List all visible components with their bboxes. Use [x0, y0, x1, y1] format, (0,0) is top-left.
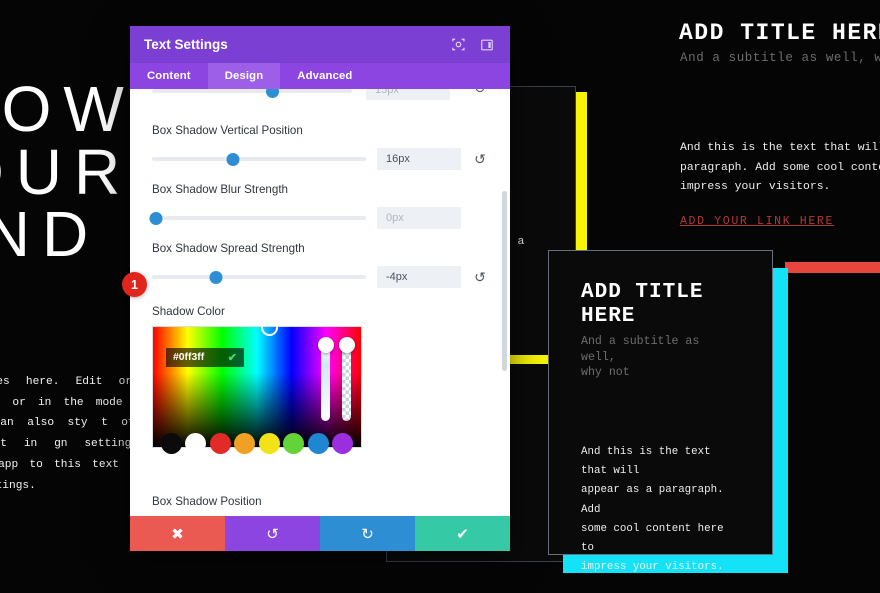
modal-footer: ✖ ↺ ↻ ✔ — [130, 516, 510, 551]
color-swatch[interactable] — [307, 433, 329, 454]
color-swatch[interactable] — [160, 433, 182, 454]
front-card-subtitle: And a subtitle as well, why not — [581, 335, 700, 380]
field-box-shadow-position: Box Shadow Position Outer Shadow ▲▼ — [152, 495, 488, 516]
slider-track[interactable] — [152, 89, 352, 93]
front-card: ADD TITLE HERE And a subtitle as well, w… — [548, 250, 773, 573]
clipped-value-field[interactable]: 15px — [366, 89, 450, 100]
field-label: Box Shadow Vertical Position — [152, 124, 303, 137]
right-card-title: ADD TITLE HERE — [679, 20, 880, 46]
color-swatch[interactable] — [234, 433, 256, 454]
undo-button[interactable]: ↺ — [225, 516, 320, 551]
slider-track — [152, 216, 366, 220]
color-swatch[interactable] — [332, 433, 354, 454]
confirm-color-icon[interactable]: ✔ — [228, 351, 237, 364]
color-swatches — [153, 433, 361, 454]
responsive-preview-icon[interactable] — [449, 35, 468, 54]
modal-tabs: Content Design Advanced — [130, 63, 510, 89]
right-card-paragraph: And this is the text that will appear a … — [680, 142, 880, 194]
spread-strength-value[interactable]: -4px — [377, 266, 461, 288]
tab-content[interactable]: Content — [130, 63, 208, 89]
text-settings-modal: Text Settings Content Design Advanced 15… — [130, 26, 510, 551]
slider-track — [152, 157, 366, 161]
tab-advanced[interactable]: Advanced — [280, 63, 369, 89]
panel-layout-icon[interactable] — [477, 35, 496, 54]
tab-design[interactable]: Design — [207, 63, 281, 89]
save-button[interactable]: ✔ — [415, 516, 510, 551]
field-label: Box Shadow Spread Strength — [152, 242, 305, 255]
field-box-shadow-vertical-position: Box Shadow Vertical Position 16px ↺ — [152, 124, 488, 170]
redo-button[interactable]: ↻ — [320, 516, 415, 551]
field-label: Box Shadow Position — [152, 495, 262, 508]
vertical-position-slider[interactable] — [152, 152, 366, 166]
hex-value-chip[interactable]: #0ff3ff ✔ — [166, 348, 244, 367]
color-swatch[interactable] — [209, 433, 231, 454]
color-swatch[interactable] — [185, 433, 207, 454]
hex-value: #0ff3ff — [173, 352, 205, 363]
slider-knob[interactable] — [209, 270, 223, 284]
alpha-slider[interactable] — [338, 337, 355, 421]
hue-slider[interactable] — [317, 337, 334, 421]
modal-title: Text Settings — [144, 37, 228, 52]
slider-track — [152, 275, 366, 279]
clipped-slider-row: 15px ↺ — [152, 89, 488, 111]
shadow-color-label: Shadow Color — [152, 305, 225, 318]
scrollbar-thumb[interactable] — [502, 191, 507, 371]
right-card-subtitle: And a subtitle as well, why not — [680, 51, 880, 65]
front-card-paragraph: And this is the text that will appear as… — [581, 445, 724, 574]
modal-header: Text Settings — [130, 26, 510, 63]
alpha-slider-knob[interactable] — [338, 337, 355, 353]
hue-slider-knob[interactable] — [317, 337, 334, 353]
slider-knob[interactable] — [266, 89, 279, 98]
screenshot-stage: LOW OUR IND t goes here. Edit or remo in… — [0, 0, 880, 593]
step-badge-1: 1 — [122, 272, 147, 297]
spread-strength-slider[interactable] — [152, 270, 366, 284]
color-picker-cursor[interactable] — [261, 319, 278, 336]
slider-knob[interactable] — [149, 211, 163, 225]
modal-scrollbar[interactable] — [502, 89, 507, 516]
vertical-position-value[interactable]: 16px — [377, 148, 461, 170]
red-accent-bar — [785, 262, 880, 273]
blur-strength-slider[interactable] — [149, 211, 366, 225]
field-box-shadow-blur-strength: Box Shadow Blur Strength 0px — [149, 183, 488, 229]
field-box-shadow-spread-strength: Box Shadow Spread Strength -4px ↺ — [152, 242, 488, 288]
color-swatch[interactable] — [258, 433, 280, 454]
slider-knob[interactable] — [226, 152, 240, 166]
field-label: Box Shadow Blur Strength — [152, 183, 288, 196]
reset-icon[interactable]: ↺ — [472, 270, 488, 284]
reset-icon[interactable]: ↺ — [472, 152, 488, 166]
blur-strength-value[interactable]: 0px — [377, 207, 461, 229]
color-picker-saturation-area[interactable]: #0ff3ff ✔ — [152, 319, 362, 454]
reset-icon[interactable]: ↺ — [474, 89, 486, 97]
modal-body: 15px ↺ Box Shadow Vertical Position 16px… — [130, 89, 510, 516]
color-swatch[interactable] — [283, 433, 305, 454]
right-card-link[interactable]: ADD YOUR LINK HERE — [680, 215, 834, 228]
close-button[interactable]: ✖ — [130, 516, 225, 551]
front-card-title: ADD TITLE HERE — [581, 281, 704, 328]
